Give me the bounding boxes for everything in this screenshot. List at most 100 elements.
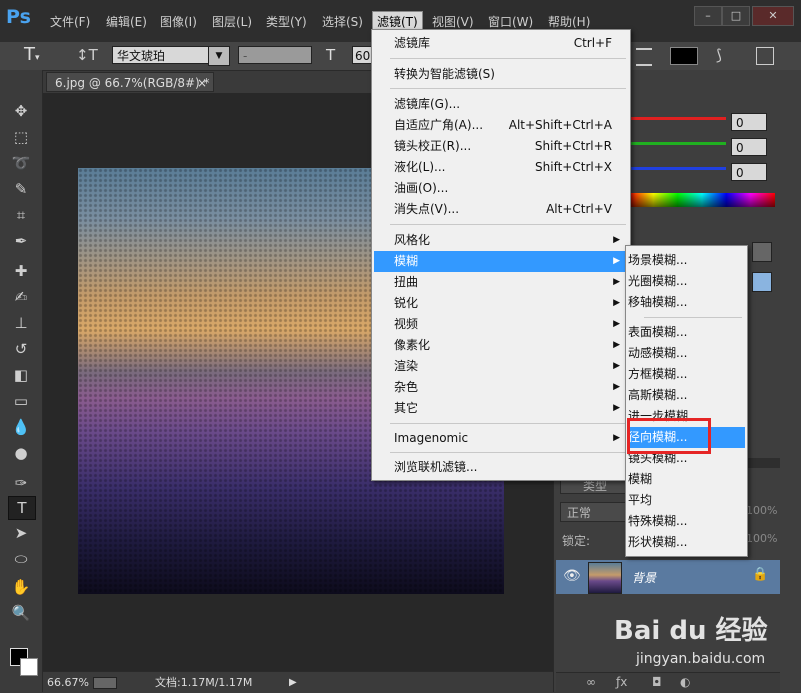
close-tab-icon[interactable]: × <box>197 73 207 93</box>
healing-brush-tool-icon[interactable]: ✚ <box>8 260 34 282</box>
background-color-swatch[interactable] <box>20 658 38 676</box>
document-tab-title: 6.jpg @ 66.7%(RGB/8#) * <box>55 76 210 90</box>
blur-menu-item[interactable]: 光圈模糊... <box>628 271 745 292</box>
adjustment-icon[interactable] <box>752 242 772 262</box>
filter-menu-item[interactable]: 杂色 ▶ <box>374 377 628 398</box>
color-spectrum[interactable] <box>629 193 775 207</box>
filter-menu-item[interactable]: 像素化 ▶ <box>374 335 628 356</box>
type-tool-icon[interactable]: T▾ <box>24 44 40 65</box>
filter-menu-item[interactable]: 油画(O)... <box>374 178 628 199</box>
layer-thumbnail[interactable] <box>588 562 622 594</box>
layer-lock-icon[interactable]: 🔒 <box>752 567 768 582</box>
pen-tool-icon[interactable]: ✑ <box>8 472 34 494</box>
filter-menu-item[interactable]: 液化(L)... Shift+Ctrl+X <box>374 157 628 178</box>
filter-menu-item[interactable]: 镜头校正(R)... Shift+Ctrl+R <box>374 136 628 157</box>
status-bar: 66.67% 文档:1.17M/1.17M ▶ <box>43 671 553 693</box>
link-layers-icon[interactable]: ∞ <box>586 675 596 689</box>
menu-edit[interactable]: 编辑(E) <box>102 12 151 32</box>
character-panel-icon[interactable] <box>756 47 774 65</box>
lasso-tool-icon[interactable]: ➰ <box>8 152 34 174</box>
maximize-button[interactable]: □ <box>722 6 750 26</box>
filter-menu-item[interactable]: 扭曲 ▶ <box>374 272 628 293</box>
menu-type[interactable]: 类型(Y) <box>262 12 311 32</box>
blue-value-field[interactable]: 0 <box>731 163 767 181</box>
filter-menu-item[interactable]: 转换为智能滤镜(S) <box>374 64 628 85</box>
blur-menu-item[interactable]: 模糊 <box>628 469 745 490</box>
menu-select[interactable]: 选择(S) <box>318 12 367 32</box>
move-tool-icon[interactable]: ✥ <box>8 100 34 122</box>
fill-field[interactable]: 100% <box>746 532 777 545</box>
opacity-field[interactable]: 100% <box>746 504 777 517</box>
red-slider[interactable] <box>630 117 726 120</box>
menu-separator <box>644 317 742 318</box>
filter-menu-item[interactable]: 消失点(V)... Alt+Ctrl+V <box>374 199 628 220</box>
warp-text-icon[interactable]: ⟆ <box>716 46 722 64</box>
zoom-level[interactable]: 66.67% <box>47 672 89 693</box>
filter-menu-item[interactable]: Imagenomic ▶ <box>374 428 628 449</box>
blend-mode-select[interactable]: 正常 <box>560 502 630 522</box>
shape-tool-icon[interactable]: ⬭ <box>8 548 34 570</box>
blur-menu-item[interactable]: 表面模糊... <box>628 322 745 343</box>
gradient-tool-icon[interactable]: ▭ <box>8 390 34 412</box>
align-icon[interactable] <box>636 48 652 66</box>
hand-tool-icon[interactable]: ✋ <box>8 576 34 598</box>
blur-menu-item[interactable]: 平均 <box>628 490 745 511</box>
history-brush-tool-icon[interactable]: ↺ <box>8 338 34 360</box>
menu-separator <box>390 423 626 424</box>
font-size-field[interactable]: 60 <box>352 46 372 64</box>
eyedropper-tool-icon[interactable]: ✒ <box>8 230 34 252</box>
blur-menu-item[interactable]: 特殊模糊... <box>628 511 745 532</box>
watermark-url: jingyan.baidu.com <box>636 651 766 667</box>
filter-menu-item[interactable]: 视频 ▶ <box>374 314 628 335</box>
menu-image[interactable]: 图像(I) <box>156 12 201 32</box>
filter-menu-item[interactable]: 滤镜库(G)... <box>374 94 628 115</box>
filter-menu-item[interactable]: 锐化 ▶ <box>374 293 628 314</box>
document-tab[interactable]: 6.jpg @ 66.7%(RGB/8#) * × <box>46 72 214 92</box>
green-value-field[interactable]: 0 <box>731 138 767 156</box>
menu-file[interactable]: 文件(F) <box>46 12 94 32</box>
marquee-tool-icon[interactable]: ⬚ <box>8 126 34 148</box>
zoom-slider-icon[interactable] <box>93 677 117 689</box>
baidu-watermark: Bai du 经验 jingyan.baidu.com <box>614 610 794 688</box>
blur-tool-icon[interactable]: 💧 <box>8 416 34 438</box>
menu-layer[interactable]: 图层(L) <box>208 12 256 32</box>
status-menu-arrow-icon[interactable]: ▶ <box>289 672 297 693</box>
brush-tool-icon[interactable]: ✍ <box>8 286 34 308</box>
red-value-field[interactable]: 0 <box>731 113 767 131</box>
layer-name[interactable]: 背景 <box>632 569 656 586</box>
type-tool-icon-selected[interactable]: T <box>8 496 36 520</box>
filter-menu-item[interactable]: 其它 ▶ <box>374 398 628 419</box>
dodge-tool-icon[interactable]: ● <box>8 442 34 464</box>
blue-slider[interactable] <box>630 167 726 170</box>
menu-separator <box>390 88 626 89</box>
blur-menu-item[interactable]: 移轴模糊... <box>628 292 745 313</box>
layer-visibility-eye-icon[interactable]: 👁 <box>563 568 581 584</box>
quick-select-tool-icon[interactable]: ✎ <box>8 178 34 200</box>
crop-tool-icon[interactable]: ⌗ <box>8 204 34 226</box>
filter-menu-item[interactable]: 滤镜库 Ctrl+F <box>374 33 628 54</box>
filter-menu-item[interactable]: 风格化 ▶ <box>374 230 628 251</box>
filter-menu-item[interactable]: 渲染 ▶ <box>374 356 628 377</box>
blur-menu-item[interactable]: 高斯模糊... <box>628 385 745 406</box>
blur-menu-item[interactable]: 动感模糊... <box>628 343 745 364</box>
path-select-tool-icon[interactable]: ➤ <box>8 522 34 544</box>
filter-menu-item[interactable]: 浏览联机滤镜... <box>374 457 628 478</box>
minimize-button[interactable]: – <box>694 6 722 26</box>
watermark-brand: Bai du 经验 <box>614 616 768 646</box>
orientation-toggle-icon[interactable]: ↕T <box>76 46 98 64</box>
green-slider[interactable] <box>630 142 726 145</box>
zoom-tool-icon[interactable]: 🔍 <box>8 602 34 624</box>
blur-menu-item[interactable]: 形状模糊... <box>628 532 745 553</box>
filter-menu-item-blur[interactable]: 模糊 ▶ <box>374 251 628 272</box>
filter-menu-item[interactable]: 自适应广角(A)... Alt+Shift+Ctrl+A <box>374 115 628 136</box>
close-button[interactable]: ✕ <box>752 6 794 26</box>
eraser-tool-icon[interactable]: ◧ <box>8 364 34 386</box>
blur-menu-item[interactable]: 方框模糊... <box>628 364 745 385</box>
blur-menu-item[interactable]: 场景模糊... <box>628 250 745 271</box>
text-color-swatch[interactable] <box>670 47 698 65</box>
font-style-select[interactable]: - <box>238 46 312 64</box>
menu-separator <box>390 224 626 225</box>
stamp-tool-icon[interactable]: ⊥ <box>8 312 34 334</box>
adjustment-icon-2[interactable] <box>752 272 772 292</box>
font-family-dropdown-icon[interactable]: ▼ <box>208 46 230 66</box>
